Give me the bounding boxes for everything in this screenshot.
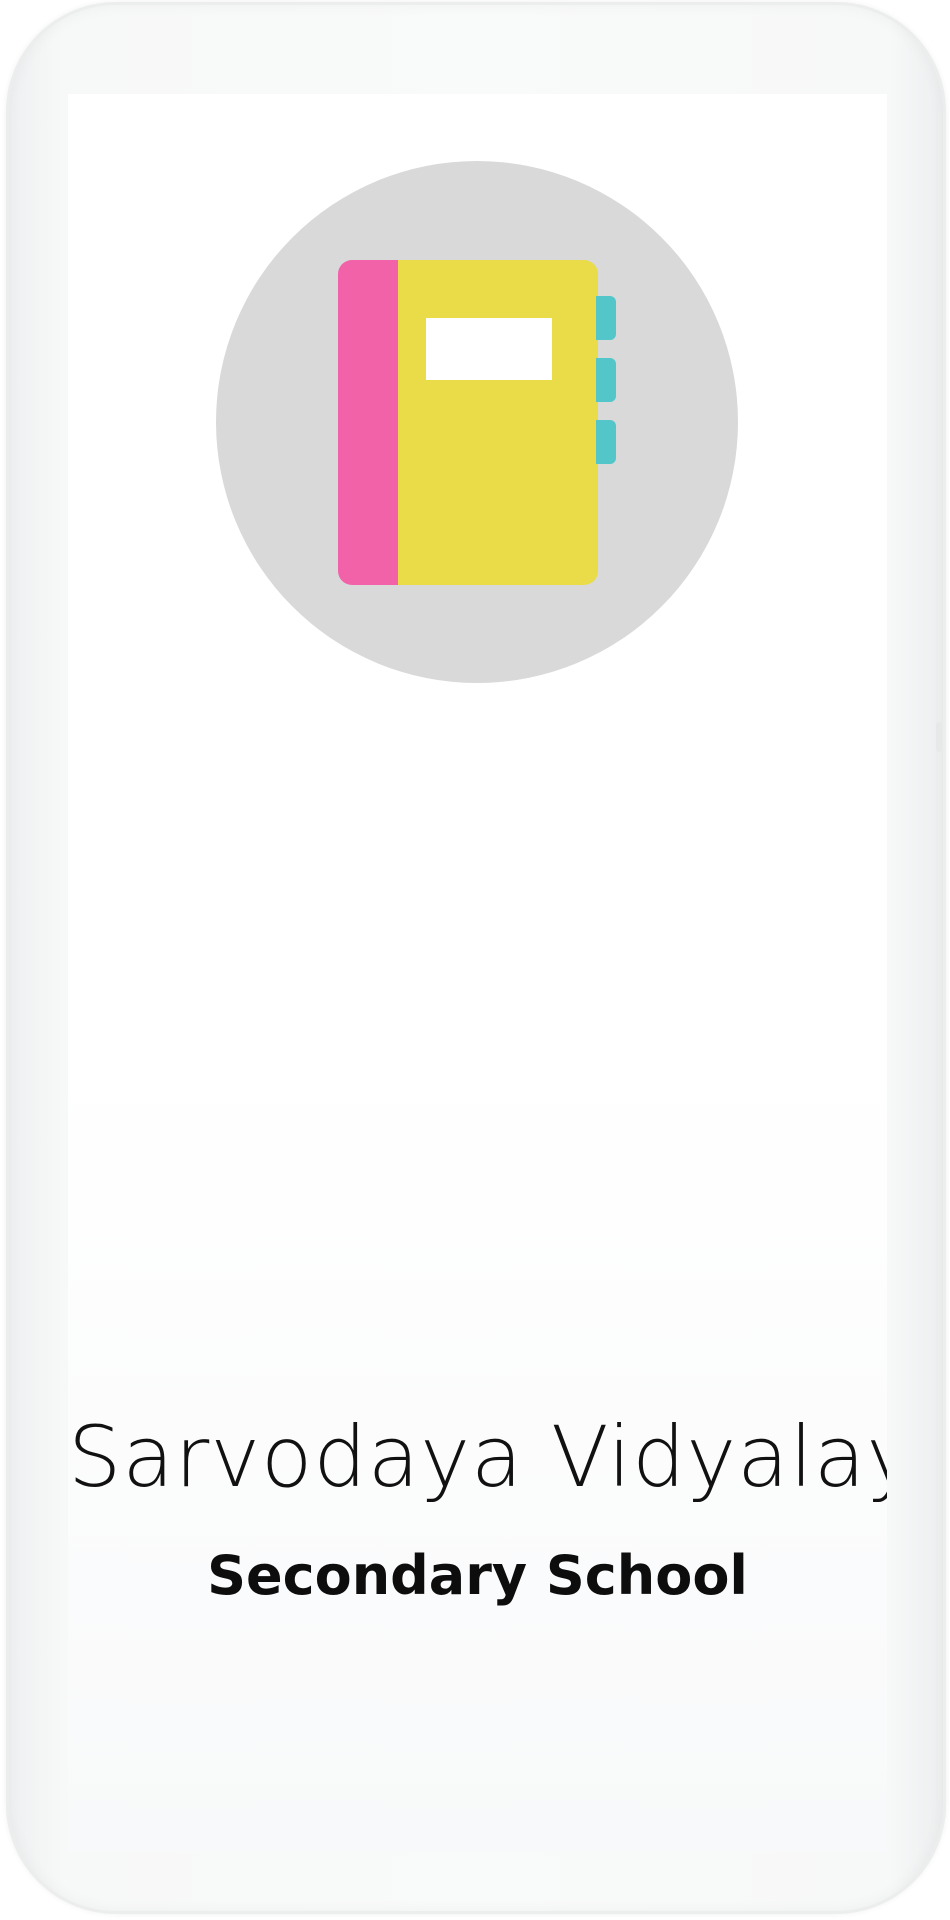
notebook-icon bbox=[338, 260, 638, 590]
school-subtitle: Secondary School bbox=[207, 1544, 748, 1607]
notebook-cover bbox=[388, 260, 598, 585]
splash-screen: Sarvodaya Vidyalaya Secondary School bbox=[68, 94, 887, 1852]
notebook-label bbox=[426, 318, 552, 380]
school-name: Sarvodaya Vidyalaya bbox=[68, 1408, 887, 1506]
notebook-tab bbox=[596, 296, 616, 340]
notebook-tab bbox=[596, 420, 616, 464]
notebook-tab bbox=[596, 358, 616, 402]
side-button bbox=[936, 722, 942, 752]
notebook-spine bbox=[338, 260, 398, 585]
